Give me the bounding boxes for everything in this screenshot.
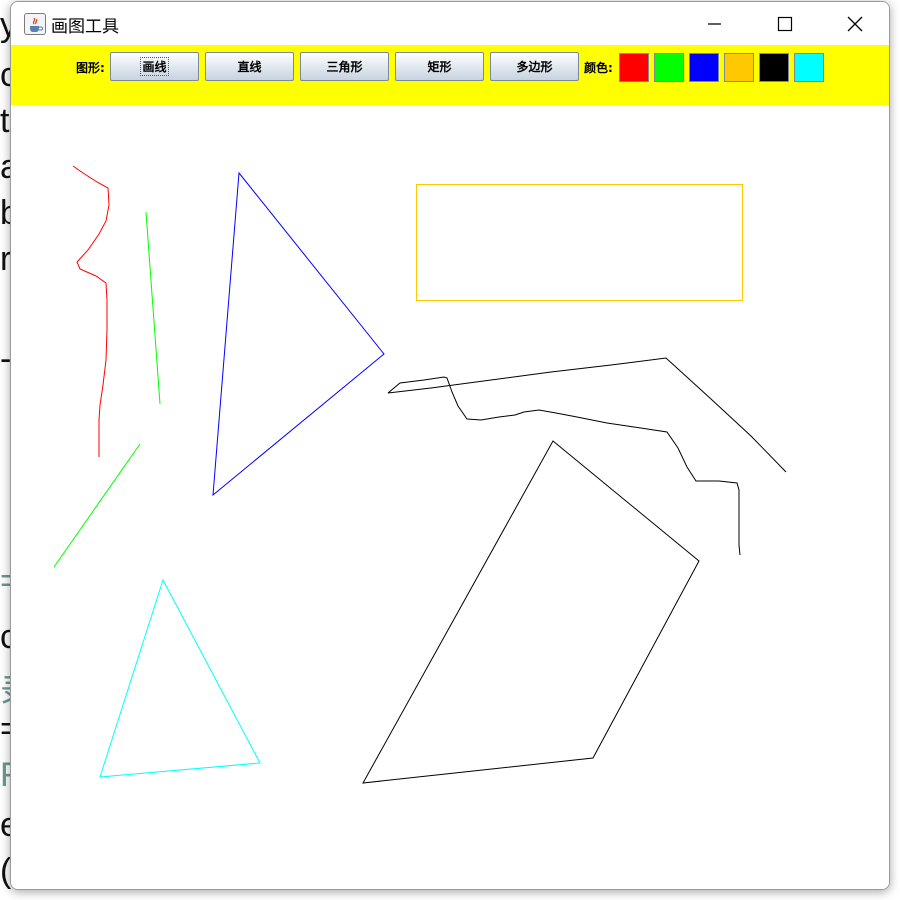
window-title: 画图工具: [51, 17, 119, 37]
polygon-button-label: 多边形: [516, 60, 553, 74]
black-freehand-stroke: [387, 376, 741, 556]
color-swatch-blue[interactable]: [689, 53, 719, 82]
maximize-button[interactable]: [751, 2, 819, 45]
cyan-triangle: [99, 578, 261, 778]
triangle-button-label: 三角形: [326, 60, 363, 74]
red-freehand-stroke: [72, 165, 110, 457]
rectangle-button-label: 矩形: [427, 60, 452, 74]
orange-rectangle: [416, 184, 743, 301]
color-swatch-orange[interactable]: [724, 53, 754, 82]
paint-window: 画图工具 图形: 画线 直线 三角形 矩形 多边形 颜色:: [10, 1, 890, 890]
triangle-button[interactable]: 三角形: [300, 52, 389, 81]
rectangle-button[interactable]: 矩形: [395, 52, 484, 81]
bg-char: t: [0, 102, 10, 140]
close-button[interactable]: [821, 2, 889, 45]
title-bar[interactable]: 画图工具: [11, 2, 889, 45]
java-app-icon: [24, 13, 46, 35]
minimize-button[interactable]: [680, 2, 748, 45]
color-swatch-red[interactable]: [619, 53, 649, 82]
toolbar: 图形: 画线 直线 三角形 矩形 多边形 颜色:: [11, 45, 889, 105]
freehand-button[interactable]: 画线: [110, 52, 199, 81]
freehand-button-label: 画线: [140, 57, 169, 76]
green-line-lower: [53, 443, 141, 568]
black-freehand-stroke-upper: [387, 357, 787, 473]
green-line-upper: [145, 211, 161, 405]
line-button[interactable]: 直线: [205, 52, 294, 81]
close-icon: [847, 16, 863, 31]
color-swatch-black[interactable]: [759, 53, 789, 82]
color-label: 颜色:: [584, 61, 613, 75]
shape-label: 图形:: [76, 61, 105, 75]
drawing-canvas[interactable]: [11, 105, 889, 889]
blue-triangle: [212, 171, 385, 497]
maximize-icon: [777, 16, 793, 31]
polygon-button[interactable]: 多边形: [490, 52, 579, 81]
minimize-icon: [708, 22, 721, 25]
color-swatch-cyan[interactable]: [794, 53, 824, 82]
line-button-label: 直线: [237, 60, 262, 74]
black-polygon: [362, 440, 700, 784]
color-swatch-green[interactable]: [654, 53, 684, 82]
